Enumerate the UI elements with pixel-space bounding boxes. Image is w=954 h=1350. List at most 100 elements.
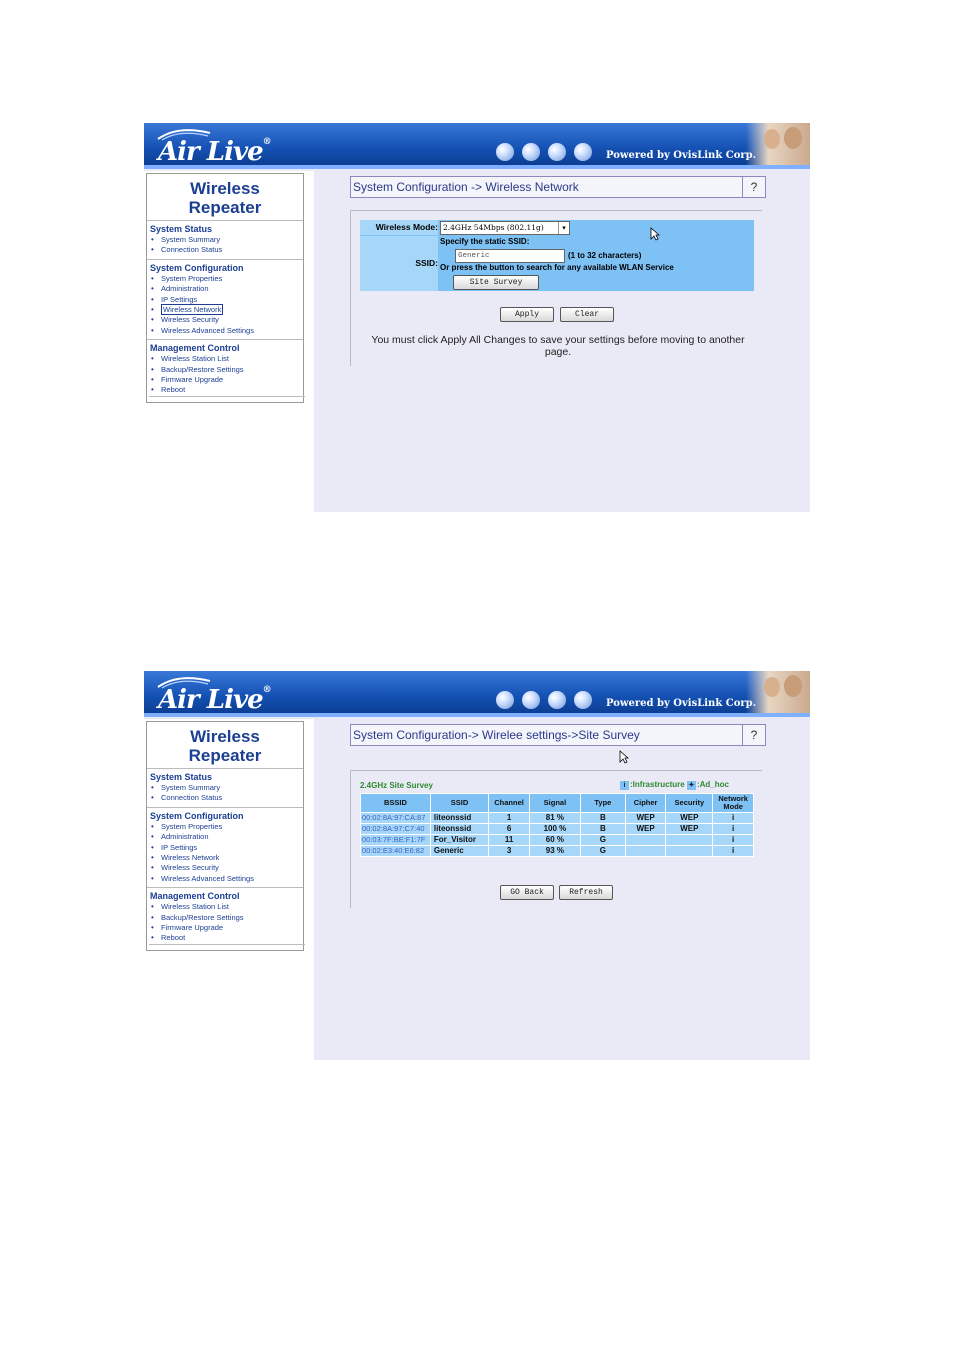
bssid-link[interactable]: 00:02:E3:40:E6:82 — [361, 846, 430, 856]
airlive-logo[interactable]: Air Live® — [158, 137, 272, 167]
sidebar-item-wireless-advanced-settings[interactable]: Wireless Advanced Settings — [147, 874, 303, 885]
sidebar-item-wireless-security[interactable]: Wireless Security — [147, 315, 303, 326]
section-management-control: Management Control — [150, 891, 240, 902]
table-row[interactable]: 00:02:8A:97:CA:87 liteonssid 1 81 % B WE… — [361, 813, 753, 823]
sidebar-title: Wireless Repeater — [147, 179, 303, 217]
signal-cell: 100 % — [529, 824, 580, 834]
section-system-status: System Status — [150, 224, 213, 234]
sidebar-item-system-properties[interactable]: System Properties — [147, 274, 303, 285]
sidebar-item-wireless-security[interactable]: Wireless Security — [147, 863, 303, 874]
sidebar-item-firmware-upgrade[interactable]: Firmware Upgrade — [147, 923, 303, 934]
section-system-configuration: System Configuration — [150, 262, 244, 273]
col-bssid: BSSID — [361, 794, 430, 812]
sidebar-item-wireless-network[interactable]: Wireless Network — [147, 853, 303, 864]
sidebar-title-line1: Wireless — [190, 727, 260, 746]
col-security: Security — [666, 794, 713, 812]
chevron-down-icon[interactable]: ▾ — [558, 222, 569, 234]
powered-by: Powered by OvisLink Corp. — [606, 698, 757, 709]
sidebar-item-system-summary[interactable]: System Summary — [147, 235, 303, 246]
refresh-button[interactable]: Refresh — [559, 885, 613, 900]
section-system-configuration: System Configuration — [150, 810, 244, 821]
airlive-logo[interactable]: Air Live® — [158, 685, 272, 715]
sidebar-item-firmware-upgrade[interactable]: Firmware Upgrade — [147, 375, 303, 386]
wireless-mode-select[interactable]: 2.4GHz 54Mbps (802.11g) ▾ — [440, 221, 570, 235]
help-button[interactable]: ? — [742, 725, 765, 745]
infrastructure-icon: i — [620, 781, 629, 790]
sidebar-item-wireless-station-list[interactable]: Wireless Station List — [147, 354, 303, 365]
sidebar-item-backup-restore[interactable]: Backup/Restore Settings — [147, 365, 303, 376]
divider — [147, 220, 303, 221]
security-cell: WEP — [666, 813, 713, 823]
sidebar-menu: Wireless Repeater System Status System S… — [146, 721, 305, 951]
sidebar-item-wireless-station-list[interactable]: Wireless Station List — [147, 902, 303, 913]
globe-icon — [574, 143, 592, 161]
header-banner: Air Live® Powered by OvisLink Corp. — [144, 671, 810, 717]
or-press-text: Or press the button to search for any av… — [440, 263, 674, 272]
sidebar-title-line2: Repeater — [188, 746, 262, 765]
bssid-link[interactable]: 00:02:8A:97:CA:87 — [361, 813, 430, 823]
ssid-label: SSID: — [360, 236, 438, 291]
type-cell: G — [580, 835, 625, 845]
sidebar-item-wireless-network[interactable]: Wireless Network — [147, 304, 303, 316]
globe-icon — [574, 691, 592, 709]
sidebar-item-administration[interactable]: Administration — [147, 832, 303, 843]
bssid-link[interactable]: 00:02:8A:97:C7:40 — [361, 824, 430, 834]
sidebar-item-reboot[interactable]: Reboot — [147, 933, 303, 944]
channel-cell: 3 — [489, 846, 529, 856]
type-cell: G — [580, 846, 625, 856]
apply-notice: You must click Apply All Changes to save… — [371, 334, 745, 358]
ssid-cell: liteonssid — [430, 824, 489, 834]
wireless-mode-label: Wireless Mode: — [360, 220, 438, 235]
wireless-mode-value: 2.4GHz 54Mbps (802.11g) — [443, 223, 544, 232]
table-row[interactable]: 00:02:E3:40:E6:82 Generic 3 93 % G i — [361, 846, 753, 856]
globe-icon — [548, 691, 566, 709]
divider — [149, 396, 305, 397]
sidebar-item-connection-status[interactable]: Connection Status — [147, 245, 303, 256]
divider — [147, 339, 303, 341]
divider — [149, 944, 305, 945]
wireless-network-form: Wireless Mode: 2.4GHz 54Mbps (802.11g) ▾… — [360, 220, 754, 291]
sidebar-item-ip-settings[interactable]: IP Settings — [147, 843, 303, 854]
divider — [350, 770, 762, 771]
mouse-cursor-icon — [650, 227, 661, 244]
ssid-cell: For_Visitor — [430, 835, 489, 845]
sidebar-menu: Wireless Repeater System Status System S… — [146, 173, 305, 403]
logo-text: Air Live — [158, 685, 264, 715]
clear-button[interactable]: Clear — [560, 307, 614, 322]
signal-cell: 81 % — [529, 813, 580, 823]
banner-stripe — [144, 165, 810, 169]
ssid-input[interactable]: Generic — [455, 249, 565, 263]
help-button[interactable]: ? — [742, 177, 765, 197]
sidebar-item-wireless-advanced-settings[interactable]: Wireless Advanced Settings — [147, 326, 303, 337]
main-content: System Configuration -> Wireless Network… — [314, 171, 810, 512]
mouse-cursor-icon — [619, 750, 630, 767]
apply-button[interactable]: Apply — [500, 307, 554, 322]
logo-reg: ® — [262, 137, 272, 147]
col-cipher: Cipher — [625, 794, 666, 812]
logo-text: Air Live — [158, 137, 264, 167]
sidebar-item-system-summary[interactable]: System Summary — [147, 783, 303, 794]
go-back-button[interactable]: GO Back — [500, 885, 554, 900]
network-mode-cell: i — [713, 813, 753, 823]
cipher-cell: WEP — [625, 824, 666, 834]
col-ssid: SSID — [430, 794, 489, 812]
sidebar-title-line1: Wireless — [190, 179, 260, 198]
table-row[interactable]: 00:03:7F:BE:F1:7F For_Visitor 11 60 % G … — [361, 835, 753, 845]
divider — [350, 770, 351, 908]
sidebar-item-connection-status[interactable]: Connection Status — [147, 793, 303, 804]
sidebar: Wireless Repeater System Status System S… — [144, 171, 314, 512]
type-cell: B — [580, 824, 625, 834]
site-survey-button[interactable]: Site Survey — [453, 275, 539, 290]
page-title-bar: System Configuration -> Wireless Network… — [350, 176, 766, 198]
sidebar-title: Wireless Repeater — [147, 727, 303, 765]
page-title-bar: System Configuration-> Wirelee settings-… — [350, 724, 766, 746]
sidebar-item-system-properties[interactable]: System Properties — [147, 822, 303, 833]
sidebar-item-administration[interactable]: Administration — [147, 284, 303, 295]
face-icon — [764, 677, 780, 697]
section-management-control: Management Control — [150, 343, 240, 354]
sidebar-item-reboot[interactable]: Reboot — [147, 385, 303, 396]
bssid-link[interactable]: 00:03:7F:BE:F1:7F — [361, 835, 430, 845]
table-row[interactable]: 00:02:8A:97:C7:40 liteonssid 6 100 % B W… — [361, 824, 753, 834]
globe-icon — [522, 143, 540, 161]
sidebar-item-backup-restore[interactable]: Backup/Restore Settings — [147, 913, 303, 924]
